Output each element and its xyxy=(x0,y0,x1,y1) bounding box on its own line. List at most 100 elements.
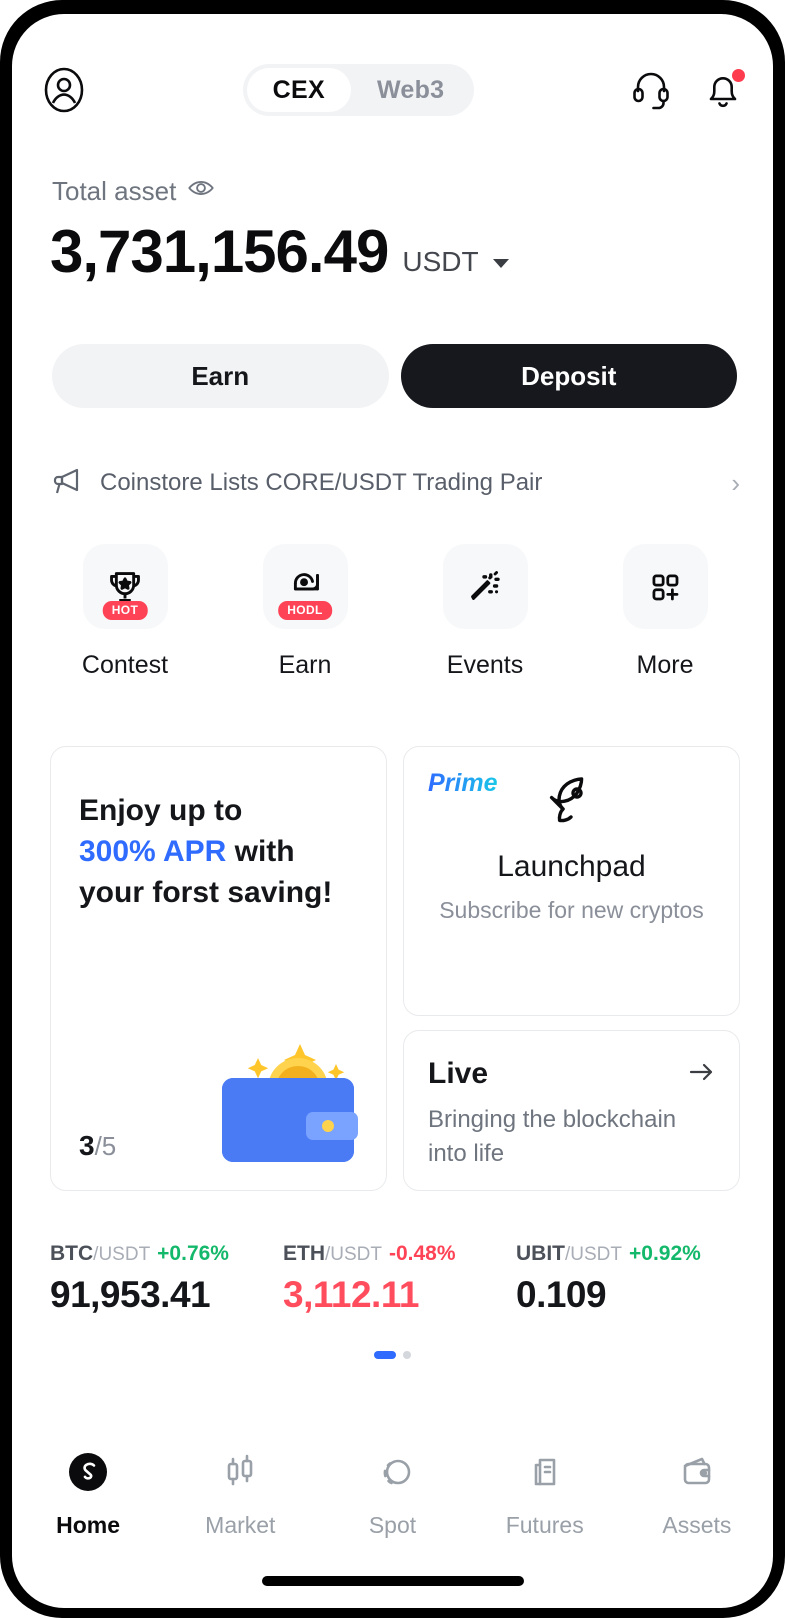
ticker-btc-change: +0.76% xyxy=(157,1242,229,1265)
ticker-eth-head: ETH/USDT -0.48% xyxy=(283,1242,516,1266)
nav-item-futures[interactable]: Futures xyxy=(469,1449,621,1539)
prime-tag: Prime xyxy=(428,769,498,797)
earn-button[interactable]: Earn xyxy=(52,344,389,408)
chevron-right-icon[interactable]: › xyxy=(731,468,740,499)
tab-cex-label: CEX xyxy=(272,75,325,104)
tab-cex[interactable]: CEX xyxy=(246,68,351,112)
quick-action-more[interactable]: More xyxy=(590,544,740,680)
ticker-eth-change: -0.48% xyxy=(389,1242,456,1265)
trophy-icon: HOT xyxy=(82,544,168,629)
saving-promo-line2-rest: with xyxy=(226,834,295,868)
badge-hodl: HODL xyxy=(278,601,332,620)
ticker-btc[interactable]: BTC/USDT +0.76% 91,953.41 xyxy=(50,1242,283,1316)
ticker-eth-quote: /USDT xyxy=(325,1244,382,1265)
quick-action-earn[interactable]: HODL Earn xyxy=(230,544,380,680)
quick-action-contest-label: Contest xyxy=(81,651,169,679)
announcement-bar[interactable]: Coinstore Lists CORE/USDT Trading Pair › xyxy=(50,454,740,512)
piggy-coin-icon: HODL xyxy=(262,544,348,629)
balance-row: 3,731,156.49 USDT xyxy=(50,222,509,282)
ticker-row: BTC/USDT +0.76% 91,953.41 ETH/USDT -0.48% … xyxy=(50,1242,750,1316)
carousel-counter-total: /5 xyxy=(94,1131,117,1161)
nav-item-assets-label: Assets xyxy=(662,1512,732,1538)
bottom-nav: Home Market Spot Futures Assets xyxy=(12,1438,773,1550)
quick-action-events[interactable]: Events xyxy=(410,544,560,680)
live-subtitle: Bringing the blockchain into life xyxy=(428,1106,677,1167)
quick-actions: HOT Contest HODL Earn Events More xyxy=(50,544,740,680)
ticker-btc-base: BTC xyxy=(50,1242,94,1265)
grid-plus-icon xyxy=(622,544,708,629)
total-asset-label-row: Total asset xyxy=(52,174,215,209)
ticker-btc-quote: /USDT xyxy=(93,1244,151,1265)
carousel-counter: 3/5 xyxy=(79,1130,116,1162)
ticker-btc-price: 91,953.41 xyxy=(50,1274,211,1315)
quick-action-earn-label: Earn xyxy=(278,651,332,679)
ticker-eth-price: 3,112.11 xyxy=(283,1274,419,1315)
ticker-ubit-price: 0.109 xyxy=(516,1274,607,1315)
tab-web3[interactable]: Web3 xyxy=(351,68,470,112)
nav-item-market-label: Market xyxy=(205,1512,276,1538)
nav-item-assets[interactable]: Assets xyxy=(621,1449,773,1539)
ticker-ubit[interactable]: UBIT/USDT +0.92% 0.109 xyxy=(516,1242,749,1316)
promo-grid: Enjoy up to 300% APR with your forst sav… xyxy=(50,746,740,1191)
ticker-ubit-quote: /USDT xyxy=(565,1244,622,1265)
saving-promo-heading: Enjoy up to 300% APR with your forst sav… xyxy=(79,791,386,913)
promo-right-column: Prime Launchpad Subscribe for new crypto… xyxy=(403,746,740,1191)
wallet-bitcoin-icon: B xyxy=(188,1016,378,1166)
nav-item-market[interactable]: Market xyxy=(164,1449,316,1539)
header-actions xyxy=(629,66,745,115)
carousel-dot-active[interactable] xyxy=(374,1351,396,1359)
ticker-eth-base: ETH xyxy=(283,1242,325,1265)
nav-item-spot-label: Spot xyxy=(368,1512,417,1538)
arrow-right-icon[interactable] xyxy=(687,1058,715,1091)
saving-promo-card[interactable]: Enjoy up to 300% APR with your forst sav… xyxy=(50,746,387,1191)
notification-dot xyxy=(732,69,745,82)
deposit-button[interactable]: Deposit xyxy=(400,344,737,408)
balance-currency[interactable]: USDT xyxy=(402,246,478,282)
ticker-btc-head: BTC/USDT +0.76% xyxy=(50,1242,283,1266)
carousel-counter-current: 3 xyxy=(79,1130,95,1161)
wallet-icon xyxy=(674,1449,720,1500)
launchpad-subtitle: Subscribe for new cryptos xyxy=(439,897,704,923)
confetti-icon xyxy=(442,544,528,629)
nav-item-futures-label: Futures xyxy=(505,1512,584,1538)
primary-actions: Earn Deposit xyxy=(52,344,737,408)
ticker-eth[interactable]: ETH/USDT -0.48% 3,112.11 xyxy=(283,1242,516,1316)
live-card[interactable]: Live Bringing the blockchain into life xyxy=(403,1030,740,1191)
launchpad-card[interactable]: Prime Launchpad Subscribe for new crypto… xyxy=(403,746,740,1016)
home-indicator xyxy=(261,1576,524,1586)
quick-action-contest[interactable]: HOT Contest xyxy=(50,544,200,680)
eye-icon[interactable] xyxy=(187,174,215,209)
nav-item-home[interactable]: Home xyxy=(12,1449,164,1539)
candlestick-icon xyxy=(217,1449,263,1500)
cex-web3-toggle[interactable]: CEX Web3 xyxy=(242,64,475,116)
quick-action-more-label: More xyxy=(636,651,694,679)
saving-promo-line1: Enjoy up to xyxy=(79,794,243,827)
carousel-dots[interactable] xyxy=(12,1351,773,1359)
ticker-ubit-change: +0.92% xyxy=(629,1242,701,1265)
balance-amount: 3,731,156.49 xyxy=(50,218,389,285)
quick-action-events-label: Events xyxy=(446,651,524,679)
saving-promo-line3: your forst saving! xyxy=(79,875,333,909)
saving-promo-highlight: 300% APR xyxy=(79,834,227,868)
total-asset-label: Total asset xyxy=(52,176,177,206)
announcement-text: Coinstore Lists CORE/USDT Trading Pair xyxy=(100,469,543,496)
carousel-dot[interactable] xyxy=(403,1351,411,1359)
live-title: Live xyxy=(428,1057,489,1090)
app-header: CEX Web3 xyxy=(12,42,773,138)
chevron-down-icon[interactable] xyxy=(492,259,509,268)
home-logo-icon xyxy=(65,1449,111,1500)
nav-item-home-label: Home xyxy=(56,1512,121,1538)
ticker-ubit-head: UBIT/USDT +0.92% xyxy=(516,1242,749,1266)
document-chart-icon xyxy=(522,1449,568,1500)
user-circle-icon[interactable] xyxy=(40,66,88,114)
nav-item-spot[interactable]: Spot xyxy=(316,1449,468,1539)
rocket-icon xyxy=(541,777,603,835)
headset-icon[interactable] xyxy=(629,66,673,115)
app-screen: CEX Web3 Total asset 3,731,156.49 USDT E… xyxy=(12,14,773,1608)
megaphone-icon xyxy=(50,464,84,503)
live-card-header: Live xyxy=(428,1057,715,1091)
ticker-ubit-base: UBIT xyxy=(516,1242,565,1265)
badge-hot: HOT xyxy=(102,601,148,620)
bell-icon[interactable] xyxy=(701,68,745,112)
swap-circles-icon xyxy=(370,1449,416,1500)
